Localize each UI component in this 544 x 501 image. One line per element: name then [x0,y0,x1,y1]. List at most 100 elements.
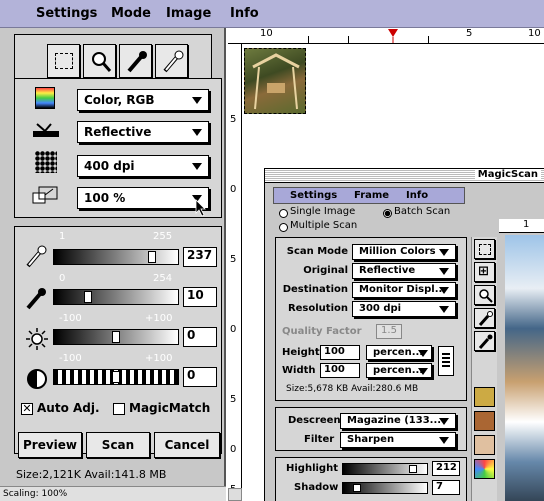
ms-highlight-slider[interactable] [342,463,428,475]
filter-label: Filter [304,434,335,445]
shadow-slider[interactable] [53,289,179,305]
ms-eyedropper-white-button[interactable] [474,308,495,328]
ms-zoom-icon [479,289,493,303]
single-image-radio[interactable] [279,209,288,218]
width-field[interactable]: 100 [320,363,360,378]
shadow-min-label: 0 [59,273,66,284]
original-label: Original [303,265,348,276]
ms-preview-image[interactable] [505,235,544,501]
height-label: Height [282,347,320,358]
contrast-slider[interactable] [53,369,179,385]
width-label: Width [282,365,316,376]
eyedropper-black-button[interactable] [119,44,152,78]
multiple-scan-radio[interactable] [279,223,288,232]
ms-face-tool-icon[interactable] [474,435,495,455]
ms-color-tool-icon[interactable] [474,387,495,407]
filter-dropdown[interactable]: Sharpen [340,432,456,448]
ms-highlight-field[interactable]: 212 [432,461,460,476]
quality-factor-field[interactable]: 1.5 [376,324,402,339]
zoom-tool-button[interactable] [83,44,116,78]
ms-resolution-dropdown[interactable]: 300 dpi [352,301,456,317]
scan-settings-box: Color, RGB Reflective 400 dpi 100 % [14,78,222,218]
magicscan-menu-frame[interactable]: Frame [354,190,389,201]
ms-zoom-button[interactable] [474,285,495,305]
width-unit-value: percen... [373,365,424,376]
menu-info[interactable]: Info [230,6,259,21]
highlight-value-field[interactable]: 237 [183,247,217,267]
ms-filter-tool-icon[interactable] [474,411,495,431]
magicscan-menu-info[interactable]: Info [406,190,428,201]
proportion-lock-icon[interactable] [438,346,454,376]
single-image-label: Single Image [290,206,356,217]
ms-resolution-value: 300 dpi [359,303,402,314]
contrast-value-field[interactable]: 0 [183,367,217,387]
main-size-status: Size:2,121K Avail:141.8 MB [16,468,167,481]
ms-color-wheel-icon[interactable] [474,459,495,479]
shadow-value-field[interactable]: 10 [183,287,217,307]
contrast-slider-thumb[interactable] [112,371,120,383]
ms-eyedropper-white-icon [478,311,493,326]
menu-settings[interactable]: Settings [36,6,97,21]
ms-marquee-button[interactable] [474,239,495,259]
brightness-slider[interactable] [53,329,179,345]
filter-value: Sharpen [347,434,395,445]
preview-canvas[interactable] [242,44,544,168]
scan-button[interactable]: Scan [86,432,150,458]
scan-mode-value: Million Colors [359,246,436,257]
scaling-status: Scaling: 100% [0,486,226,501]
auto-adj-checkbox[interactable]: ✕ [21,403,33,415]
ms-highlight-label: Highlight [286,463,338,474]
ms-highlight-thumb[interactable] [409,465,417,473]
color-mode-value: Color, RGB [84,93,155,107]
ms-ruler: 1 [499,219,544,233]
descreen-dropdown[interactable]: Magazine (133... [340,413,456,429]
scroll-corner[interactable] [228,488,242,501]
ms-shadow-field[interactable]: 7 [432,480,460,495]
ms-shadow-slider[interactable] [342,482,428,494]
scan-mode-dropdown[interactable]: Million Colors [352,244,456,260]
eyedropper-white-button[interactable] [155,44,188,78]
eyedropper-icon [127,51,147,73]
ruler-label: 10 [528,28,541,39]
ms-shadow-thumb[interactable] [353,484,361,492]
preview-thumbnail[interactable] [244,48,306,114]
color-mode-dropdown[interactable]: Color, RGB [77,89,209,111]
magicmatch-label: MagicMatch [129,401,211,415]
mouse-pointer-icon [195,199,206,217]
destination-dropdown[interactable]: Monitor Displ... [352,282,456,298]
highlight-slider-thumb[interactable] [148,251,156,263]
ms-move-button[interactable]: ⊞ [474,262,495,282]
descreen-label: Descreen [288,415,341,426]
descreen-value: Magazine (133... [347,415,442,426]
shadow-slider-thumb[interactable] [84,291,92,303]
brightness-value-field[interactable]: 0 [183,327,217,347]
scan-type-dropdown[interactable]: Reflective [77,121,209,143]
original-dropdown[interactable]: Reflective [352,263,456,279]
magicmatch-checkbox[interactable] [113,403,125,415]
cancel-button[interactable]: Cancel [154,432,220,458]
batch-scan-radio[interactable] [383,209,392,218]
brightness-slider-thumb[interactable] [112,331,120,343]
ruler-label: 5 [466,28,473,39]
marquee-tool-button[interactable] [47,44,80,78]
destination-value: Monitor Displ... [359,284,447,295]
resolution-dropdown[interactable]: 400 dpi [77,155,209,177]
width-unit-dropdown[interactable]: percen... [366,363,432,378]
brightness-min-label: -100 [59,313,82,324]
highlight-slider[interactable] [53,249,179,265]
magicscan-titlebar[interactable]: MagicScan [265,169,544,183]
ms-eyedropper-black-button[interactable] [474,331,495,351]
magicscan-menu-settings[interactable]: Settings [290,190,337,201]
scale-dropdown[interactable]: 100 % [77,187,209,209]
preview-button[interactable]: Preview [18,432,82,458]
contrast-min-label: -100 [59,353,82,364]
height-unit-dropdown[interactable]: percen... [366,345,432,360]
height-field[interactable]: 100 [320,345,360,360]
swing-photo-icon [252,53,300,110]
shadow-eyedropper-icon [26,288,46,310]
original-value: Reflective [359,265,416,276]
menu-image[interactable]: Image [166,6,211,21]
menu-mode[interactable]: Mode [111,6,151,21]
ruler-label: 0 [230,324,237,335]
ruler-label: 0 [230,184,237,195]
